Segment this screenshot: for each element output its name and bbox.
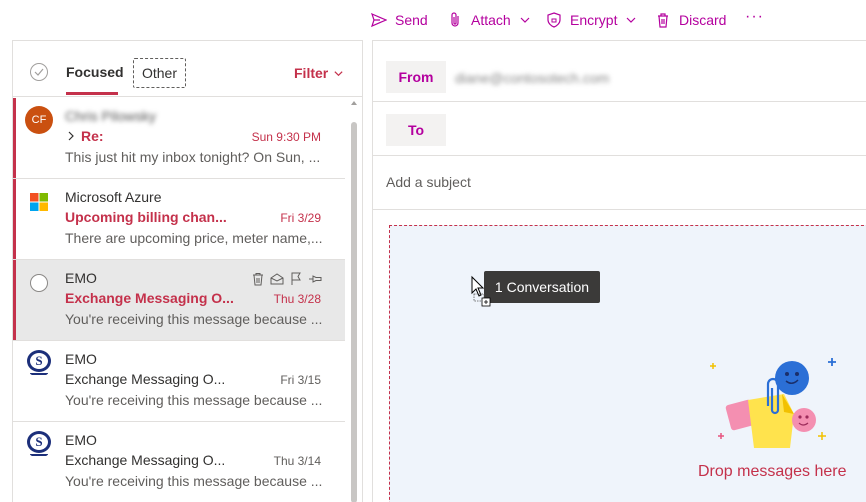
to-button[interactable]: To xyxy=(386,114,446,146)
from-address: diane@contosotech.com xyxy=(455,70,610,86)
message-preview: You're receiving this message because ..… xyxy=(65,473,323,489)
message-preview: You're receiving this message because ..… xyxy=(65,392,323,408)
chevron-down-icon xyxy=(627,17,636,23)
message-item[interactable]: S EMO Exchange Messaging O... Fri 3/15 Y… xyxy=(13,341,345,422)
send-label: Send xyxy=(395,12,428,28)
compose-toolbar: Send Attach Encrypt Discard ··· xyxy=(0,0,866,40)
from-button[interactable]: From xyxy=(386,61,446,93)
drop-zone[interactable]: Drop messages here xyxy=(389,225,866,502)
mark-read-icon[interactable] xyxy=(270,272,284,286)
sender-logo-icon: S xyxy=(27,350,51,375)
discard-label: Discard xyxy=(679,12,727,28)
attach-button[interactable]: Attach xyxy=(447,10,531,30)
message-sender: Chris Pilowsky xyxy=(65,108,157,124)
message-subject: Exchange Messaging O... xyxy=(65,371,226,387)
checkmark-icon xyxy=(34,68,44,76)
message-sender: EMO xyxy=(65,270,97,286)
message-sender: EMO xyxy=(65,432,97,448)
message-date: Fri 3/15 xyxy=(280,373,321,387)
avatar: CF xyxy=(25,106,53,134)
select-message-radio[interactable] xyxy=(30,274,48,292)
tab-other[interactable]: Other xyxy=(133,58,186,88)
message-date: Fri 3/29 xyxy=(280,211,321,225)
tab-focused-indicator xyxy=(66,92,118,95)
message-list-pane: Focused Other Filter CF Chris Pilowsky R… xyxy=(12,40,363,502)
message-subject: Re: xyxy=(81,128,104,144)
trash-icon[interactable] xyxy=(251,272,265,286)
encrypt-label: Encrypt xyxy=(570,12,618,28)
from-row: From diane@contosotech.com xyxy=(373,41,866,102)
message-list-scrollbar[interactable] xyxy=(348,98,360,502)
sender-logo-icon: S xyxy=(27,431,51,456)
tab-focused[interactable]: Focused xyxy=(66,64,124,80)
message-subject: Exchange Messaging O... xyxy=(65,290,234,306)
drop-illustration-icon xyxy=(710,358,836,448)
message-quick-actions xyxy=(251,272,322,286)
message-list-header: Focused Other Filter xyxy=(13,41,362,97)
flag-icon[interactable] xyxy=(289,272,303,286)
message-sender: EMO xyxy=(65,351,97,367)
chevron-right-icon[interactable] xyxy=(65,129,77,143)
subject-row xyxy=(373,156,866,210)
message-date: Thu 3/14 xyxy=(273,454,321,468)
message-item[interactable]: S EMO Exchange Messaging O... Thu 3/14 Y… xyxy=(13,422,345,502)
microsoft-logo-icon xyxy=(30,193,48,211)
send-icon xyxy=(371,12,387,28)
discard-button[interactable]: Discard xyxy=(655,10,726,30)
drop-messages-text: Drop messages here xyxy=(698,463,847,480)
message-item[interactable]: CF Chris Pilowsky Re: Sun 9:30 PM This j… xyxy=(13,98,345,179)
filter-button[interactable]: Filter xyxy=(294,65,344,81)
filter-label: Filter xyxy=(294,65,329,81)
message-item[interactable]: Microsoft Azure Upcoming billing chan...… xyxy=(13,179,345,260)
message-preview: This just hit my inbox tonight? On Sun, … xyxy=(65,149,321,165)
message-sender: Microsoft Azure xyxy=(65,189,162,205)
message-date: Thu 3/28 xyxy=(273,292,321,306)
message-subject: Exchange Messaging O... xyxy=(65,452,226,468)
message-item[interactable]: EMO Exchange Messaging O... Thu 3/28 You… xyxy=(13,260,345,341)
compose-pane: From diane@contosotech.com To Drop messa… xyxy=(372,40,866,502)
more-options-button[interactable]: ··· xyxy=(745,8,764,26)
message-preview: There are upcoming price, meter name,... xyxy=(65,230,323,246)
message-preview: You're receiving this message because ..… xyxy=(65,311,323,327)
chevron-down-icon xyxy=(334,70,343,76)
to-row: To xyxy=(373,102,866,156)
message-subject: Upcoming billing chan... xyxy=(65,209,227,225)
svg-text:S: S xyxy=(35,434,42,449)
drag-cursor-icon xyxy=(471,275,491,307)
drag-tooltip: 1 Conversation xyxy=(484,271,600,303)
pin-icon[interactable] xyxy=(308,272,322,286)
svg-text:S: S xyxy=(35,353,42,368)
paperclip-icon xyxy=(451,12,459,27)
trash-icon xyxy=(658,13,668,28)
shield-lock-icon xyxy=(547,12,561,28)
message-date: Sun 9:30 PM xyxy=(251,130,321,144)
attach-label: Attach xyxy=(471,12,511,28)
scroll-up-arrow-icon[interactable] xyxy=(351,101,357,105)
chevron-down-icon xyxy=(520,17,530,23)
select-all-checkbox[interactable] xyxy=(30,63,48,81)
subject-input[interactable] xyxy=(386,174,856,190)
send-button[interactable]: Send xyxy=(371,10,428,30)
encrypt-button[interactable]: Encrypt xyxy=(546,10,637,30)
scroll-thumb[interactable] xyxy=(351,122,357,502)
